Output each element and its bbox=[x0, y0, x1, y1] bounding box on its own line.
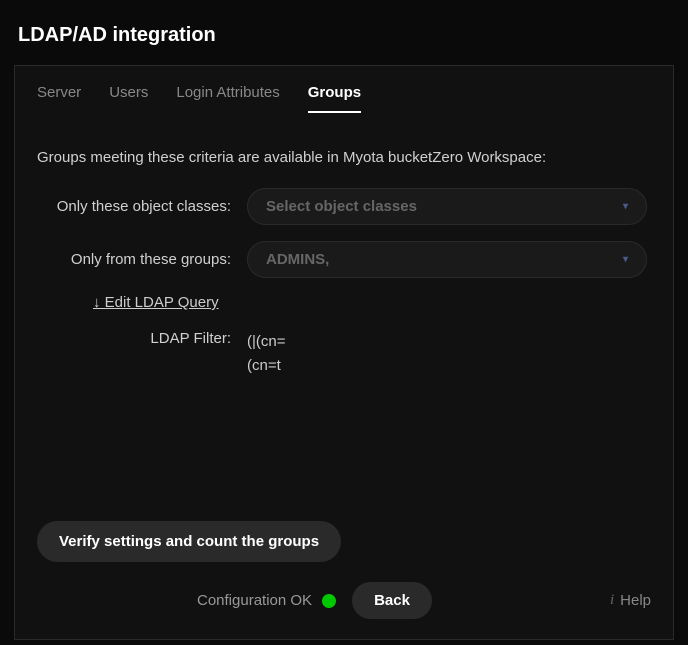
object-classes-placeholder: Select object classes bbox=[266, 198, 417, 215]
verify-button[interactable]: Verify settings and count the groups bbox=[37, 521, 341, 562]
help-link[interactable]: i Help bbox=[610, 592, 651, 609]
settings-panel: Server Users Login Attributes Groups Gro… bbox=[14, 65, 674, 640]
info-icon: i bbox=[610, 592, 614, 609]
config-status-text: Configuration OK bbox=[197, 592, 312, 609]
tab-bar: Server Users Login Attributes Groups bbox=[15, 66, 673, 113]
tab-groups[interactable]: Groups bbox=[308, 84, 361, 113]
page-title: LDAP/AD integration bbox=[0, 0, 688, 65]
from-groups-value: ADMINS, bbox=[266, 251, 329, 268]
row-ldap-filter: LDAP Filter: (|(cn= (cn=t bbox=[37, 330, 651, 378]
object-classes-label: Only these object classes: bbox=[37, 188, 247, 217]
row-object-classes: Only these object classes: Select object… bbox=[37, 188, 651, 225]
status-row: Configuration OK Back i Help bbox=[37, 582, 651, 619]
help-label: Help bbox=[620, 592, 651, 609]
chevron-down-icon: ▾ bbox=[623, 201, 628, 212]
row-from-groups: Only from these groups: ADMINS, ▾ bbox=[37, 241, 651, 278]
tab-users[interactable]: Users bbox=[109, 84, 148, 113]
edit-ldap-query: ↓ Edit LDAP Query bbox=[93, 294, 651, 312]
object-classes-select[interactable]: Select object classes ▾ bbox=[247, 188, 647, 225]
tab-login-attributes[interactable]: Login Attributes bbox=[176, 84, 279, 113]
from-groups-select[interactable]: ADMINS, ▾ bbox=[247, 241, 647, 278]
tab-content: Groups meeting these criteria are availa… bbox=[15, 113, 673, 378]
ldap-filter-value: (|(cn= (cn=t bbox=[247, 330, 286, 378]
status-ok-icon bbox=[322, 594, 336, 608]
footer: Verify settings and count the groups Con… bbox=[37, 521, 651, 619]
intro-text: Groups meeting these criteria are availa… bbox=[37, 149, 651, 166]
from-groups-label: Only from these groups: bbox=[37, 241, 247, 270]
back-button[interactable]: Back bbox=[352, 582, 432, 619]
tab-server[interactable]: Server bbox=[37, 84, 81, 113]
edit-ldap-query-link[interactable]: ↓ Edit LDAP Query bbox=[93, 294, 219, 311]
ldap-filter-label: LDAP Filter: bbox=[37, 330, 247, 347]
chevron-down-icon: ▾ bbox=[623, 254, 628, 265]
